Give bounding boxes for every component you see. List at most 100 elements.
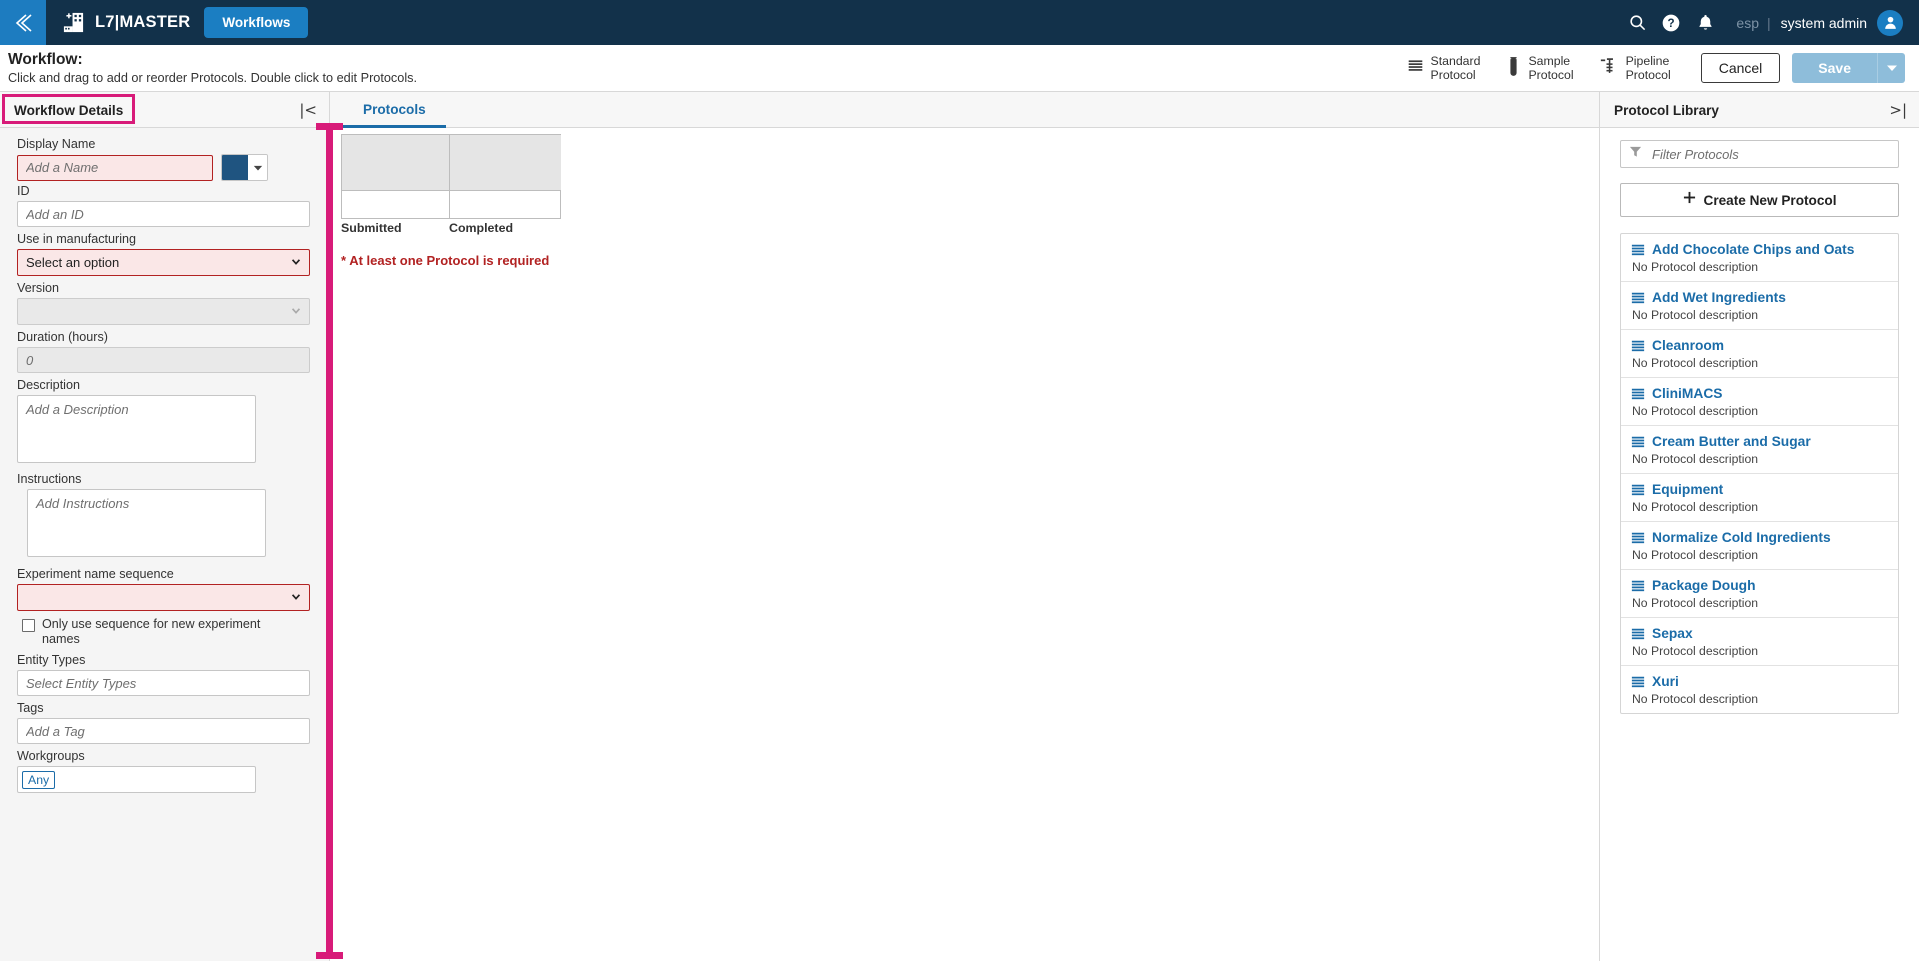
protocol-name[interactable]: Xuri <box>1652 674 1679 689</box>
save-button[interactable]: Save <box>1792 53 1877 83</box>
highlight-marker-bottom-cap <box>316 952 343 959</box>
create-new-protocol-button[interactable]: Create New Protocol <box>1620 183 1899 217</box>
list-item[interactable]: Add Chocolate Chips and Oats No Protocol … <box>1621 234 1898 282</box>
list-item[interactable]: Xuri No Protocol description <box>1621 666 1898 713</box>
list-item[interactable]: Package Dough No Protocol description <box>1621 570 1898 618</box>
protocol-name[interactable]: Package Dough <box>1652 578 1756 593</box>
list-item[interactable]: Cleanroom No Protocol description <box>1621 330 1898 378</box>
description-label: Description <box>17 378 80 392</box>
funnel-icon <box>1629 145 1642 163</box>
workgroups-box[interactable]: Any <box>17 766 256 793</box>
bell-icon[interactable] <box>1688 0 1722 45</box>
list-item[interactable]: Sepax No Protocol description <box>1621 618 1898 666</box>
protocol-drop-grid[interactable] <box>341 134 561 219</box>
add-building-icon <box>61 10 86 35</box>
chevron-double-left-icon[interactable] <box>0 0 46 45</box>
caret-down-icon[interactable] <box>1877 53 1905 83</box>
only-use-sequence-row[interactable]: Only use sequence for new experiment nam… <box>22 617 317 647</box>
duration-label: Duration (hours) <box>17 330 108 344</box>
standard-protocol-label: Standard Protocol <box>1430 54 1481 82</box>
protocol-title-row: Add Wet Ingredients <box>1631 290 1888 305</box>
save-button-group: Save <box>1792 53 1905 83</box>
protocol-description: No Protocol description <box>1632 308 1758 322</box>
page-header: Workflow: Click and drag to add or reord… <box>0 45 1919 92</box>
plus-icon <box>1683 191 1696 209</box>
protocols-canvas[interactable]: Submitted Completed * At least one Proto… <box>331 128 1598 961</box>
experiment-name-sequence-select[interactable] <box>17 584 310 611</box>
entity-types-input[interactable] <box>17 670 310 696</box>
color-picker[interactable] <box>221 154 268 181</box>
standard-protocol-button[interactable]: Standard Protocol <box>1407 54 1481 82</box>
stacked-bars-icon <box>1631 435 1645 449</box>
tags-field: Tags <box>17 701 317 744</box>
chevron-down-icon <box>290 590 302 605</box>
instructions-textarea[interactable] <box>27 489 266 557</box>
protocol-library-title: Protocol Library <box>1614 102 1719 118</box>
page-header-actions: Standard Protocol Sample Protocol Pipeli… <box>1381 53 1919 83</box>
list-item[interactable]: Cream Butter and Sugar No Protocol descri… <box>1621 426 1898 474</box>
protocol-name[interactable]: Sepax <box>1652 626 1693 641</box>
grid-cell-submitted-header[interactable] <box>342 135 450 191</box>
language-selector[interactable]: esp <box>1736 15 1759 31</box>
user-name-label[interactable]: system admin <box>1781 15 1867 31</box>
protocol-name[interactable]: Normalize Cold Ingredients <box>1652 530 1831 545</box>
list-item[interactable]: Equipment No Protocol description <box>1621 474 1898 522</box>
display-name-input[interactable] <box>17 154 213 181</box>
protocol-name[interactable]: CliniMACS <box>1652 386 1723 401</box>
sample-protocol-button[interactable]: Sample Protocol <box>1506 54 1574 82</box>
grid-cell-submitted-body[interactable] <box>342 191 450 218</box>
pipeline-protocol-button[interactable]: Pipeline Protocol <box>1600 54 1671 82</box>
list-item[interactable]: Add Wet Ingredients No Protocol descripti… <box>1621 282 1898 330</box>
workgroup-chip-any[interactable]: Any <box>22 770 56 789</box>
only-use-sequence-checkbox[interactable] <box>22 619 35 632</box>
chevron-down-icon <box>290 255 302 270</box>
protocol-name[interactable]: Add Wet Ingredients <box>1652 290 1786 305</box>
protocol-description: No Protocol description <box>1632 260 1758 274</box>
protocol-name[interactable]: Cream Butter and Sugar <box>1652 434 1811 449</box>
protocol-title-row: CliniMACS <box>1631 386 1888 401</box>
list-item[interactable]: CliniMACS No Protocol description <box>1621 378 1898 426</box>
search-icon[interactable] <box>1620 0 1654 45</box>
pipeline-icon <box>1600 56 1619 80</box>
tags-input[interactable] <box>17 718 310 744</box>
version-select <box>17 298 310 325</box>
brand[interactable]: L7|MASTER <box>61 10 190 35</box>
version-field: Version <box>17 281 317 325</box>
top-navigation-bar: L7|MASTER Workflows ? esp | system admin <box>0 0 1919 45</box>
protocol-name[interactable]: Cleanroom <box>1652 338 1724 353</box>
use-in-manufacturing-field: Use in manufacturing Select an option <box>17 232 317 276</box>
tab-protocols[interactable]: Protocols <box>343 102 446 128</box>
cancel-button[interactable]: Cancel <box>1700 53 1781 83</box>
nav-tab-workflows[interactable]: Workflows <box>204 7 309 38</box>
svg-text:?: ? <box>1668 17 1675 30</box>
grid-cell-completed-header[interactable] <box>450 135 561 191</box>
protocol-description: No Protocol description <box>1632 596 1758 610</box>
protocol-title-row: Normalize Cold Ingredients <box>1631 530 1888 545</box>
workgroups-field: Workgroups Any <box>17 749 317 793</box>
protocol-library-panel-header: Protocol Library >| <box>1599 92 1919 128</box>
grid-label-submitted: Submitted <box>341 221 402 235</box>
workflow-details-form: Display Name ID Use in manufacturing Sel… <box>0 128 330 961</box>
use-in-manufacturing-select[interactable]: Select an option <box>17 249 310 276</box>
id-field: ID <box>17 184 317 227</box>
filter-protocols-input[interactable] <box>1650 145 1890 163</box>
workflow-details-panel-header: Workflow Details |< <box>0 92 330 128</box>
protocol-description: No Protocol description <box>1632 692 1758 706</box>
protocol-description: No Protocol description <box>1632 404 1758 418</box>
collapse-left-icon[interactable]: |< <box>299 101 317 119</box>
description-textarea[interactable] <box>17 395 256 463</box>
protocol-name[interactable]: Equipment <box>1652 482 1723 497</box>
grid-cell-completed-body[interactable] <box>450 191 561 218</box>
page-subtitle: Click and drag to add or reorder Protoco… <box>8 70 418 85</box>
collapse-right-icon[interactable]: >| <box>1889 101 1907 119</box>
filter-protocols-field[interactable] <box>1620 140 1899 168</box>
protocol-name[interactable]: Add Chocolate Chips and Oats <box>1652 242 1854 257</box>
protocol-library-list: Add Chocolate Chips and Oats No Protocol … <box>1620 233 1899 714</box>
help-circle-icon[interactable]: ? <box>1654 0 1688 45</box>
panel-header-bar: Workflow Details |< Protocols Protocol L… <box>0 92 1919 128</box>
user-avatar-icon[interactable] <box>1877 9 1903 36</box>
list-item[interactable]: Normalize Cold Ingredients No Protocol de… <box>1621 522 1898 570</box>
experiment-name-sequence-field: Experiment name sequence <box>17 567 317 611</box>
id-input[interactable] <box>17 201 310 227</box>
stacked-bars-icon <box>1631 387 1645 401</box>
